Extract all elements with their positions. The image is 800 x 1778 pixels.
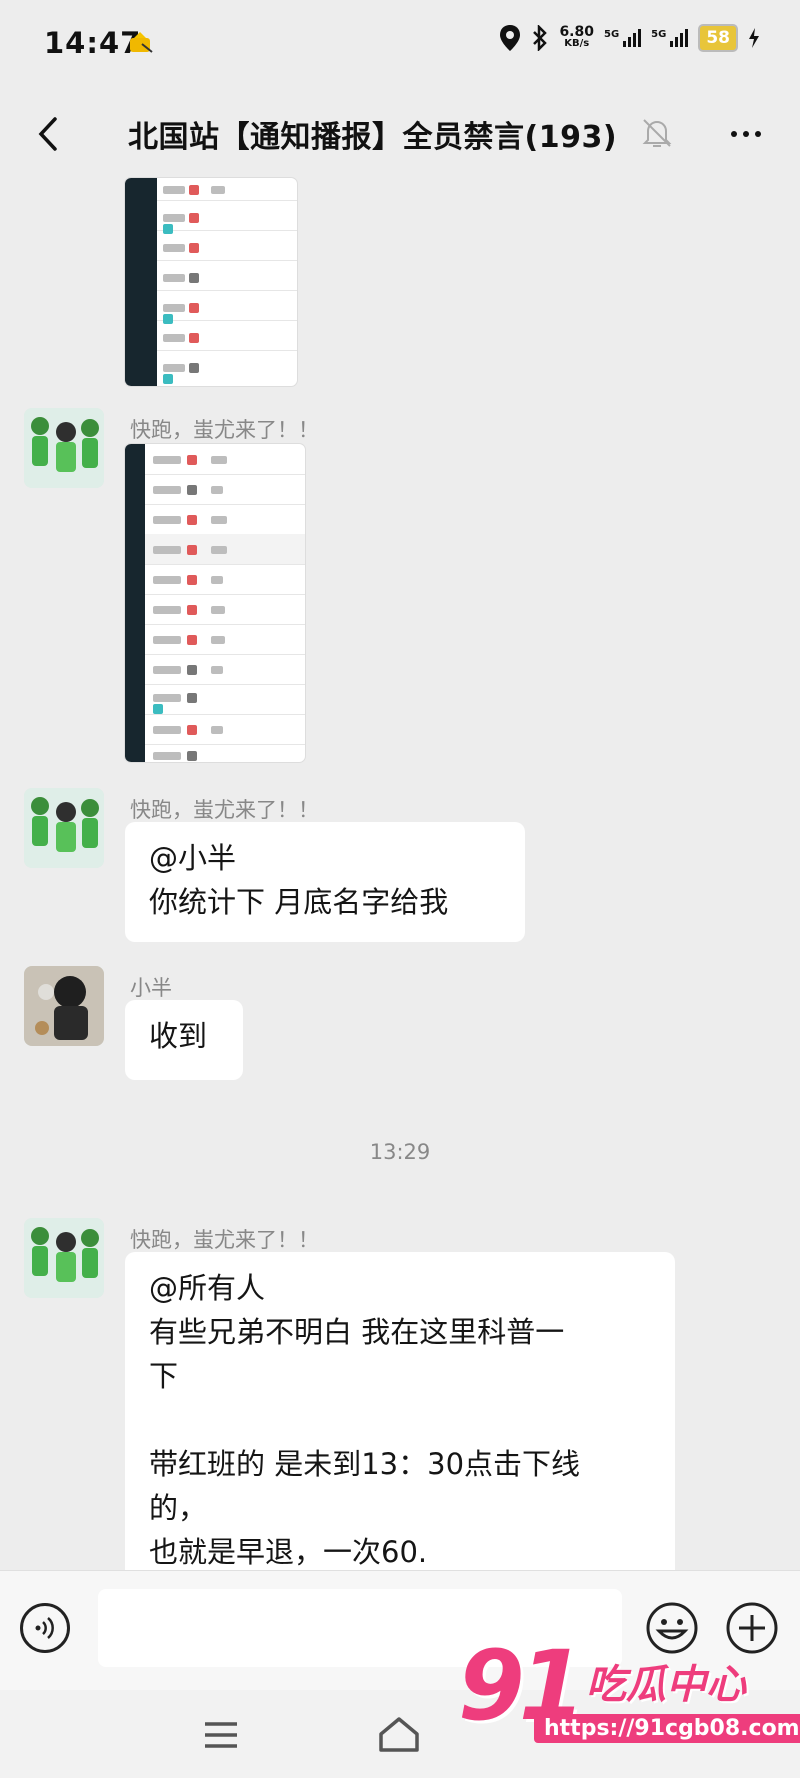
watermark: 91 吃瓜中心 https://91cgb08.com bbox=[458, 1630, 800, 1760]
more-options-button[interactable] bbox=[718, 112, 774, 156]
avatar[interactable] bbox=[24, 408, 104, 488]
message-line: 的， bbox=[149, 1491, 208, 1525]
avatar-image bbox=[24, 408, 104, 488]
message-line: 收到 bbox=[149, 1019, 208, 1053]
screenshot-sidebar bbox=[125, 178, 157, 386]
battery-icon: 58 bbox=[698, 24, 738, 52]
message-line: 有些兄弟不明白 我在这里科普一 bbox=[149, 1315, 565, 1349]
screenshot-table bbox=[145, 444, 305, 762]
message-line bbox=[149, 1398, 651, 1442]
text-message[interactable]: @所有人 有些兄弟不明白 我在这里科普一 下 带红班的 是未到13：30点击下线… bbox=[125, 1252, 675, 1582]
message-line: 下 bbox=[149, 1359, 179, 1393]
signal-icon: 5G bbox=[603, 29, 642, 47]
avatar-image bbox=[24, 1218, 104, 1298]
dot bbox=[743, 131, 749, 137]
voice-icon bbox=[35, 1617, 54, 1639]
sender-name: 小半 bbox=[130, 976, 172, 1000]
message-line: 带红班的 是未到13：30点击下线 bbox=[149, 1447, 581, 1481]
charging-icon bbox=[749, 28, 759, 48]
signal-icon: 5G bbox=[651, 29, 689, 47]
dot bbox=[755, 131, 761, 137]
bluetooth-icon bbox=[533, 25, 548, 51]
status-bar: 14:47 6.80 KB/s 5G 5G 58 bbox=[0, 0, 800, 90]
message-line: 也就是早退，一次60. bbox=[149, 1535, 428, 1569]
message-line: @小半 bbox=[149, 841, 237, 875]
avatar-image bbox=[24, 788, 104, 868]
watermark-text: 吃瓜中心 bbox=[586, 1662, 746, 1708]
status-icons: 6.80 KB/s 5G 5G 58 bbox=[499, 24, 760, 52]
watermark-url: https://91cgb08.com bbox=[534, 1714, 800, 1743]
mute-bell-icon bbox=[642, 119, 672, 147]
status-time: 14:47 bbox=[44, 26, 142, 60]
message-line: 你统计下 月底名字给我 bbox=[149, 885, 449, 919]
recent-apps-icon[interactable] bbox=[203, 1720, 239, 1750]
image-message[interactable] bbox=[125, 178, 297, 386]
chevron-left-icon bbox=[38, 117, 57, 151]
avatar[interactable] bbox=[24, 966, 104, 1046]
net-speed-unit: KB/s bbox=[564, 38, 590, 49]
title-bar: 北国站【通知播报】全员禁言(193) bbox=[0, 92, 800, 178]
image-message[interactable] bbox=[125, 444, 305, 762]
avatar[interactable] bbox=[24, 788, 104, 868]
text-message[interactable]: @小半 你统计下 月底名字给我 bbox=[125, 822, 525, 942]
time-divider: 13:29 bbox=[369, 1140, 431, 1164]
chat-title: 北国站【通知播报】全员禁言(193) bbox=[128, 120, 618, 155]
avatar-image bbox=[24, 966, 104, 1046]
voice-input-button[interactable] bbox=[20, 1603, 70, 1653]
home-icon[interactable] bbox=[377, 1714, 421, 1754]
net-speed: 6.80 KB/s bbox=[559, 24, 594, 50]
screenshot-sidebar bbox=[125, 444, 145, 762]
text-message[interactable]: 收到 bbox=[125, 1000, 243, 1080]
sim2-label: 5G bbox=[651, 29, 667, 40]
dot bbox=[731, 131, 737, 137]
sim1-label: 5G bbox=[603, 29, 620, 40]
sender-name: 快跑，蚩尤来了！！ bbox=[130, 1228, 319, 1252]
avatar[interactable] bbox=[24, 1218, 104, 1298]
screenshot-table bbox=[157, 178, 297, 386]
location-icon bbox=[500, 25, 521, 51]
message-line: @所有人 bbox=[149, 1271, 266, 1305]
net-speed-value: 6.80 bbox=[559, 24, 594, 40]
sender-name: 快跑，蚩尤来了！！ bbox=[130, 798, 319, 822]
sender-name: 快跑，蚩尤来了！！ bbox=[130, 418, 319, 442]
notification-icon bbox=[130, 32, 153, 53]
back-button[interactable] bbox=[24, 110, 72, 158]
